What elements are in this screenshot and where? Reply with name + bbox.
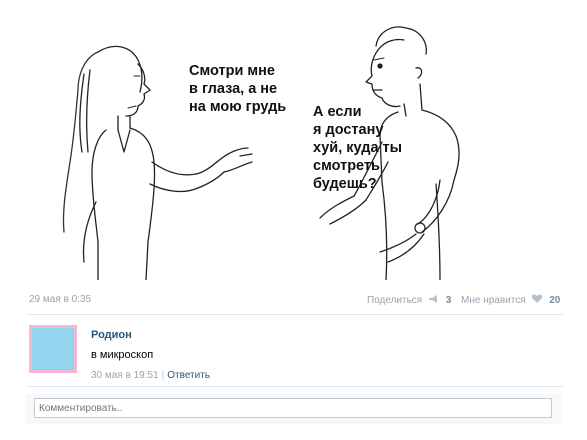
man-speech-line: я достану <box>313 122 384 138</box>
like-button[interactable]: Мне нравится 20 <box>461 294 560 306</box>
share-count: 3 <box>445 295 452 306</box>
comment-meta: 30 мая в 19:51 | Ответить <box>91 370 210 381</box>
post-meta: 29 мая в 0:35 Поделиться 3 Мне нравится … <box>29 292 563 308</box>
comment-text: в микроскоп <box>91 349 154 361</box>
post-date[interactable]: 29 мая в 0:35 <box>29 294 91 305</box>
comment: Родион в микроскоп 30 мая в 19:51 | Ответи… <box>29 323 563 383</box>
comment-separator: | <box>161 370 165 381</box>
woman-speech: Смотри мне в глаза, а не на мою грудь <box>189 62 286 116</box>
meme-drawing <box>62 26 460 281</box>
divider <box>26 314 563 315</box>
heart-icon <box>532 294 543 303</box>
reply-button[interactable]: Ответить <box>167 370 210 381</box>
woman-speech-line: Смотри мне <box>189 63 275 79</box>
comment-date[interactable]: 30 мая в 19:51 <box>91 370 159 381</box>
comment-author[interactable]: Родион <box>91 329 132 341</box>
share-label: Поделиться <box>367 295 423 306</box>
like-count: 20 <box>549 295 561 306</box>
share-button[interactable]: Поделиться 3 <box>367 294 451 306</box>
avatar-image <box>32 328 74 370</box>
man-speech-line: будешь? <box>313 176 377 192</box>
man-speech-line: А если <box>313 104 362 120</box>
comment-input-area <box>26 394 561 424</box>
man-speech-line: хуй, куда ты <box>313 140 403 156</box>
like-label: Мне нравится <box>461 295 526 306</box>
meme-illustration: Смотри мне в глаза, а не на мою грудь А … <box>26 12 558 281</box>
megaphone-icon <box>429 295 438 303</box>
woman-speech-line: на мою грудь <box>189 99 287 115</box>
divider <box>26 386 563 387</box>
avatar[interactable] <box>29 325 77 373</box>
man-speech: А если я достану хуй, куда ты смотреть б… <box>313 103 402 193</box>
comment-input[interactable] <box>34 398 552 418</box>
woman-speech-line: в глаза, а не <box>189 81 278 97</box>
man-speech-line: смотреть <box>313 158 380 174</box>
